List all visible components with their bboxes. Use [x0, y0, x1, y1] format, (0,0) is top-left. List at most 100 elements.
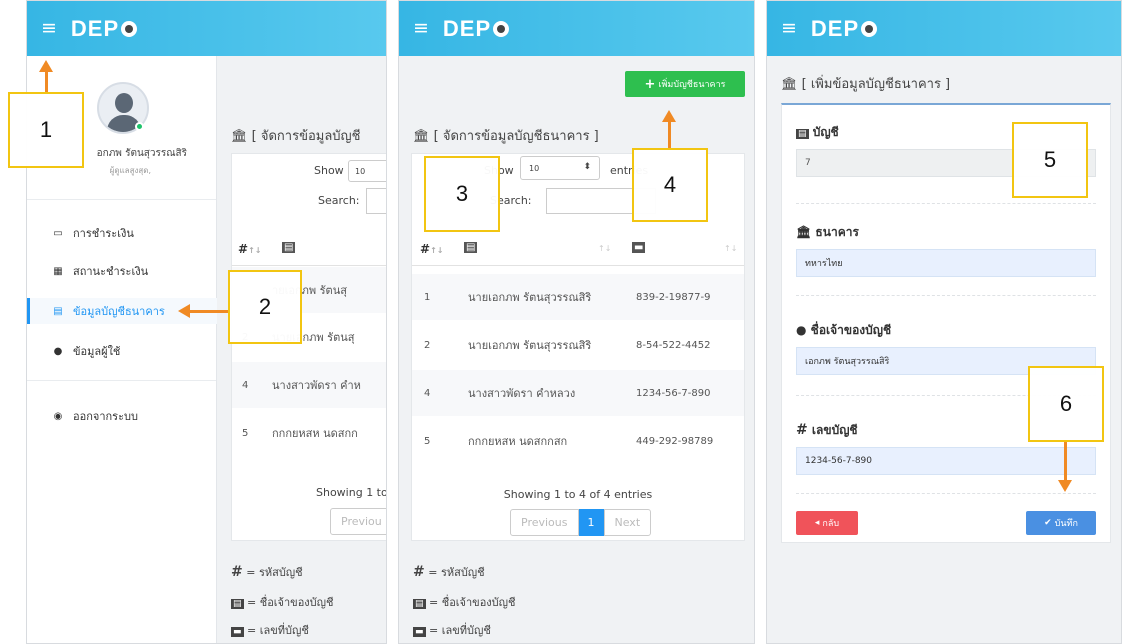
- legend-number: ▬ = เลขที่บัญชี: [231, 624, 309, 637]
- account-label: ▤ บัญชี: [796, 125, 839, 139]
- table-card: Show 10 Search: #↑↓ ▤ ายเอกภพ รัตนสุ 2นา…: [231, 153, 387, 541]
- table-row[interactable]: 2 นายเอกภพ รัตนสุวรรณสิริ 8-54-522-4452: [412, 322, 744, 368]
- check-icon: ✔: [1044, 518, 1052, 528]
- show-label: Show: [314, 164, 344, 177]
- menu-toggle-icon[interactable]: ≡: [781, 19, 797, 38]
- hash-column[interactable]: #↑↓: [420, 242, 443, 256]
- divider: [796, 203, 1096, 204]
- callout-6: 6: [1028, 366, 1104, 442]
- legend-number: ▬ = เลขที่บัญชี: [413, 624, 491, 637]
- bank-label: 🏛 ธนาคาร: [796, 225, 859, 239]
- divider: [796, 493, 1096, 494]
- hash-icon: #: [796, 422, 808, 438]
- app-logo[interactable]: DEP: [71, 16, 138, 42]
- page-1-button[interactable]: 1: [578, 509, 604, 536]
- table-header: #↑↓ ▤ ↑↓ ▬ ↑↓: [412, 236, 744, 266]
- legend-owner: ▤ = ชื่อเจ้าของบัญชี: [413, 596, 516, 609]
- sort-icon[interactable]: ↑↓: [724, 244, 737, 253]
- callout-2: 2: [228, 270, 302, 344]
- legend-hash: # = รหัสบัญชี: [413, 564, 485, 580]
- bank-icon: 🏛: [796, 225, 812, 239]
- callout-1: 1: [8, 92, 84, 168]
- pagination: Previou: [330, 508, 386, 535]
- account-number-field[interactable]: 1234-56-7-890: [796, 447, 1096, 475]
- menu-toggle-icon[interactable]: ≡: [413, 19, 429, 38]
- money-icon: ▭: [53, 227, 63, 239]
- legend-owner: ▤ = ชื่อเจ้าของบัญชี: [231, 596, 334, 609]
- top-navbar: ≡ DEP: [399, 1, 754, 56]
- divider: [27, 380, 216, 381]
- app-logo[interactable]: DEP: [443, 16, 510, 42]
- table-info: Showing 1 to: [316, 486, 387, 499]
- table-row[interactable]: 1 นายเอกภพ รัตนสุวรรณสิริ 839-2-19877-9: [412, 274, 744, 320]
- user-icon: ●: [796, 323, 807, 337]
- table-row[interactable]: 5 กกกยหสห นดสกก: [232, 410, 386, 456]
- top-navbar: ≡ DEP: [767, 1, 1121, 56]
- save-button[interactable]: ✔ บันทึก: [1026, 511, 1096, 535]
- credit-card-icon: ▬: [231, 627, 244, 637]
- callout-4: 4: [632, 148, 708, 222]
- page-title: 🏛 [ จัดการข้อมูลบัญชีธนาคาร ]: [413, 129, 599, 144]
- arrow-4-head: [662, 110, 676, 122]
- logo-dot-icon: [861, 20, 878, 37]
- arrow-1-head: [39, 60, 53, 72]
- add-bank-account-button[interactable]: + เพิ่มบัญชีธนาคาร: [625, 71, 745, 97]
- page-title: 🏛 [ เพิ่มข้อมูลบัญชีธนาคาร ]: [781, 77, 951, 92]
- credit-card-icon: ▬: [413, 627, 426, 637]
- logo-dot-icon: [121, 20, 138, 37]
- bank-icon: 🏛: [781, 77, 798, 92]
- select-arrows-icon: ⬍: [583, 162, 591, 172]
- page-size-select[interactable]: 10: [348, 160, 386, 182]
- arrow-2-head: [178, 304, 190, 318]
- arrow-6: [1064, 442, 1067, 482]
- screen-add-bank-account: ≡ DEP 🏛 [ เพิ่มข้อมูลบัญชีธนาคาร ] ▤ บัญ…: [766, 0, 1122, 644]
- arrow-2: [190, 310, 228, 313]
- owner-column-icon[interactable]: ▤: [464, 242, 478, 253]
- hash-column[interactable]: #↑↓: [238, 242, 261, 256]
- arrow-1: [45, 72, 48, 92]
- app-logo[interactable]: DEP: [811, 16, 878, 42]
- id-card-icon: ▤: [796, 129, 809, 139]
- sidebar-item-logout[interactable]: ◉ ออกจากระบบ: [27, 403, 217, 429]
- sidebar-item-users[interactable]: ● ข้อมูลผู้ใช้: [27, 338, 217, 364]
- search-label: Search:: [318, 194, 360, 207]
- top-navbar: ≡ DEP: [27, 1, 386, 56]
- id-card-icon: ▤: [53, 305, 63, 317]
- callout-3: 3: [424, 156, 500, 232]
- account-number-label: # เลขบัญชี: [796, 422, 858, 438]
- page-title: 🏛 [ จัดการข้อมูลบัญชี: [231, 129, 361, 144]
- divider: [27, 199, 216, 200]
- page-size-select[interactable]: 10 ⬍: [520, 156, 600, 180]
- chevron-left-icon: ◂: [814, 518, 820, 528]
- pagination: Previous 1 Next: [510, 509, 652, 536]
- menu-toggle-icon[interactable]: ≡: [41, 19, 57, 38]
- previous-button[interactable]: Previous: [510, 509, 579, 536]
- table-row[interactable]: 4 นางสาวพัดรา คำหลวง 1234-56-7-890: [412, 370, 744, 416]
- plus-icon: +: [644, 76, 656, 92]
- search-input[interactable]: [366, 188, 386, 214]
- next-button[interactable]: Next: [603, 509, 652, 536]
- arrow-6-head: [1058, 480, 1072, 492]
- sidebar-item-payment[interactable]: ▭ การชำระเงิน: [27, 220, 217, 246]
- id-card-icon: ▤: [231, 599, 244, 609]
- sort-icon[interactable]: ↑↓: [598, 244, 611, 253]
- table-row[interactable]: 5 กกกยหสห นดสกกสก 449-292-98789: [412, 418, 744, 464]
- back-button[interactable]: ◂ กลับ: [796, 511, 858, 535]
- previous-button[interactable]: Previou: [330, 508, 386, 535]
- table-info: Showing 1 to 4 of 4 entries: [503, 488, 653, 501]
- bank-icon: 🏛: [231, 129, 248, 144]
- bank-icon: 🏛: [413, 129, 430, 144]
- sidebar-item-payment-status[interactable]: ▦ สถานะชำระเงิน: [27, 258, 217, 284]
- logo-dot-icon: [493, 20, 510, 37]
- callout-5: 5: [1012, 122, 1088, 198]
- bank-field[interactable]: ทหารไทย: [796, 249, 1096, 277]
- online-status-icon: [135, 122, 144, 131]
- screen-bank-accounts: ≡ DEP + เพิ่มบัญชีธนาคาร 🏛 [ จัดการข้อมูล…: [398, 0, 755, 644]
- table-row[interactable]: 4 นางสาวพัดรา คำห: [232, 362, 386, 408]
- legend-hash: # = รหัสบัญชี: [231, 564, 303, 580]
- owner-label: ● ชื่อเจ้าของบัญชี: [796, 323, 892, 337]
- owner-column-icon[interactable]: ▤: [282, 242, 296, 253]
- table-header: #↑↓ ▤: [232, 236, 386, 266]
- account-number-column-icon[interactable]: ▬: [632, 242, 646, 253]
- user-icon: ●: [53, 345, 63, 357]
